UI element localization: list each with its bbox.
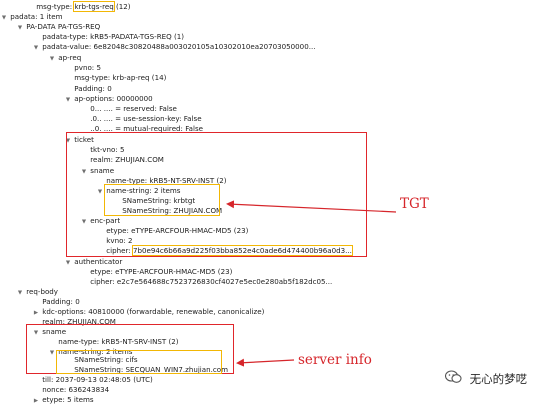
server-info-annotation: server info <box>298 352 372 368</box>
wechat-logo-icon <box>444 370 462 389</box>
server-info-arrow <box>236 358 295 367</box>
tgt-arrow <box>226 200 397 213</box>
tgt-annotation: TGT <box>400 196 429 212</box>
watermark-text: 无心的梦呓 <box>469 372 528 386</box>
watermark: 无心的梦呓 <box>444 370 528 389</box>
annotation-arrows <box>226 200 397 367</box>
